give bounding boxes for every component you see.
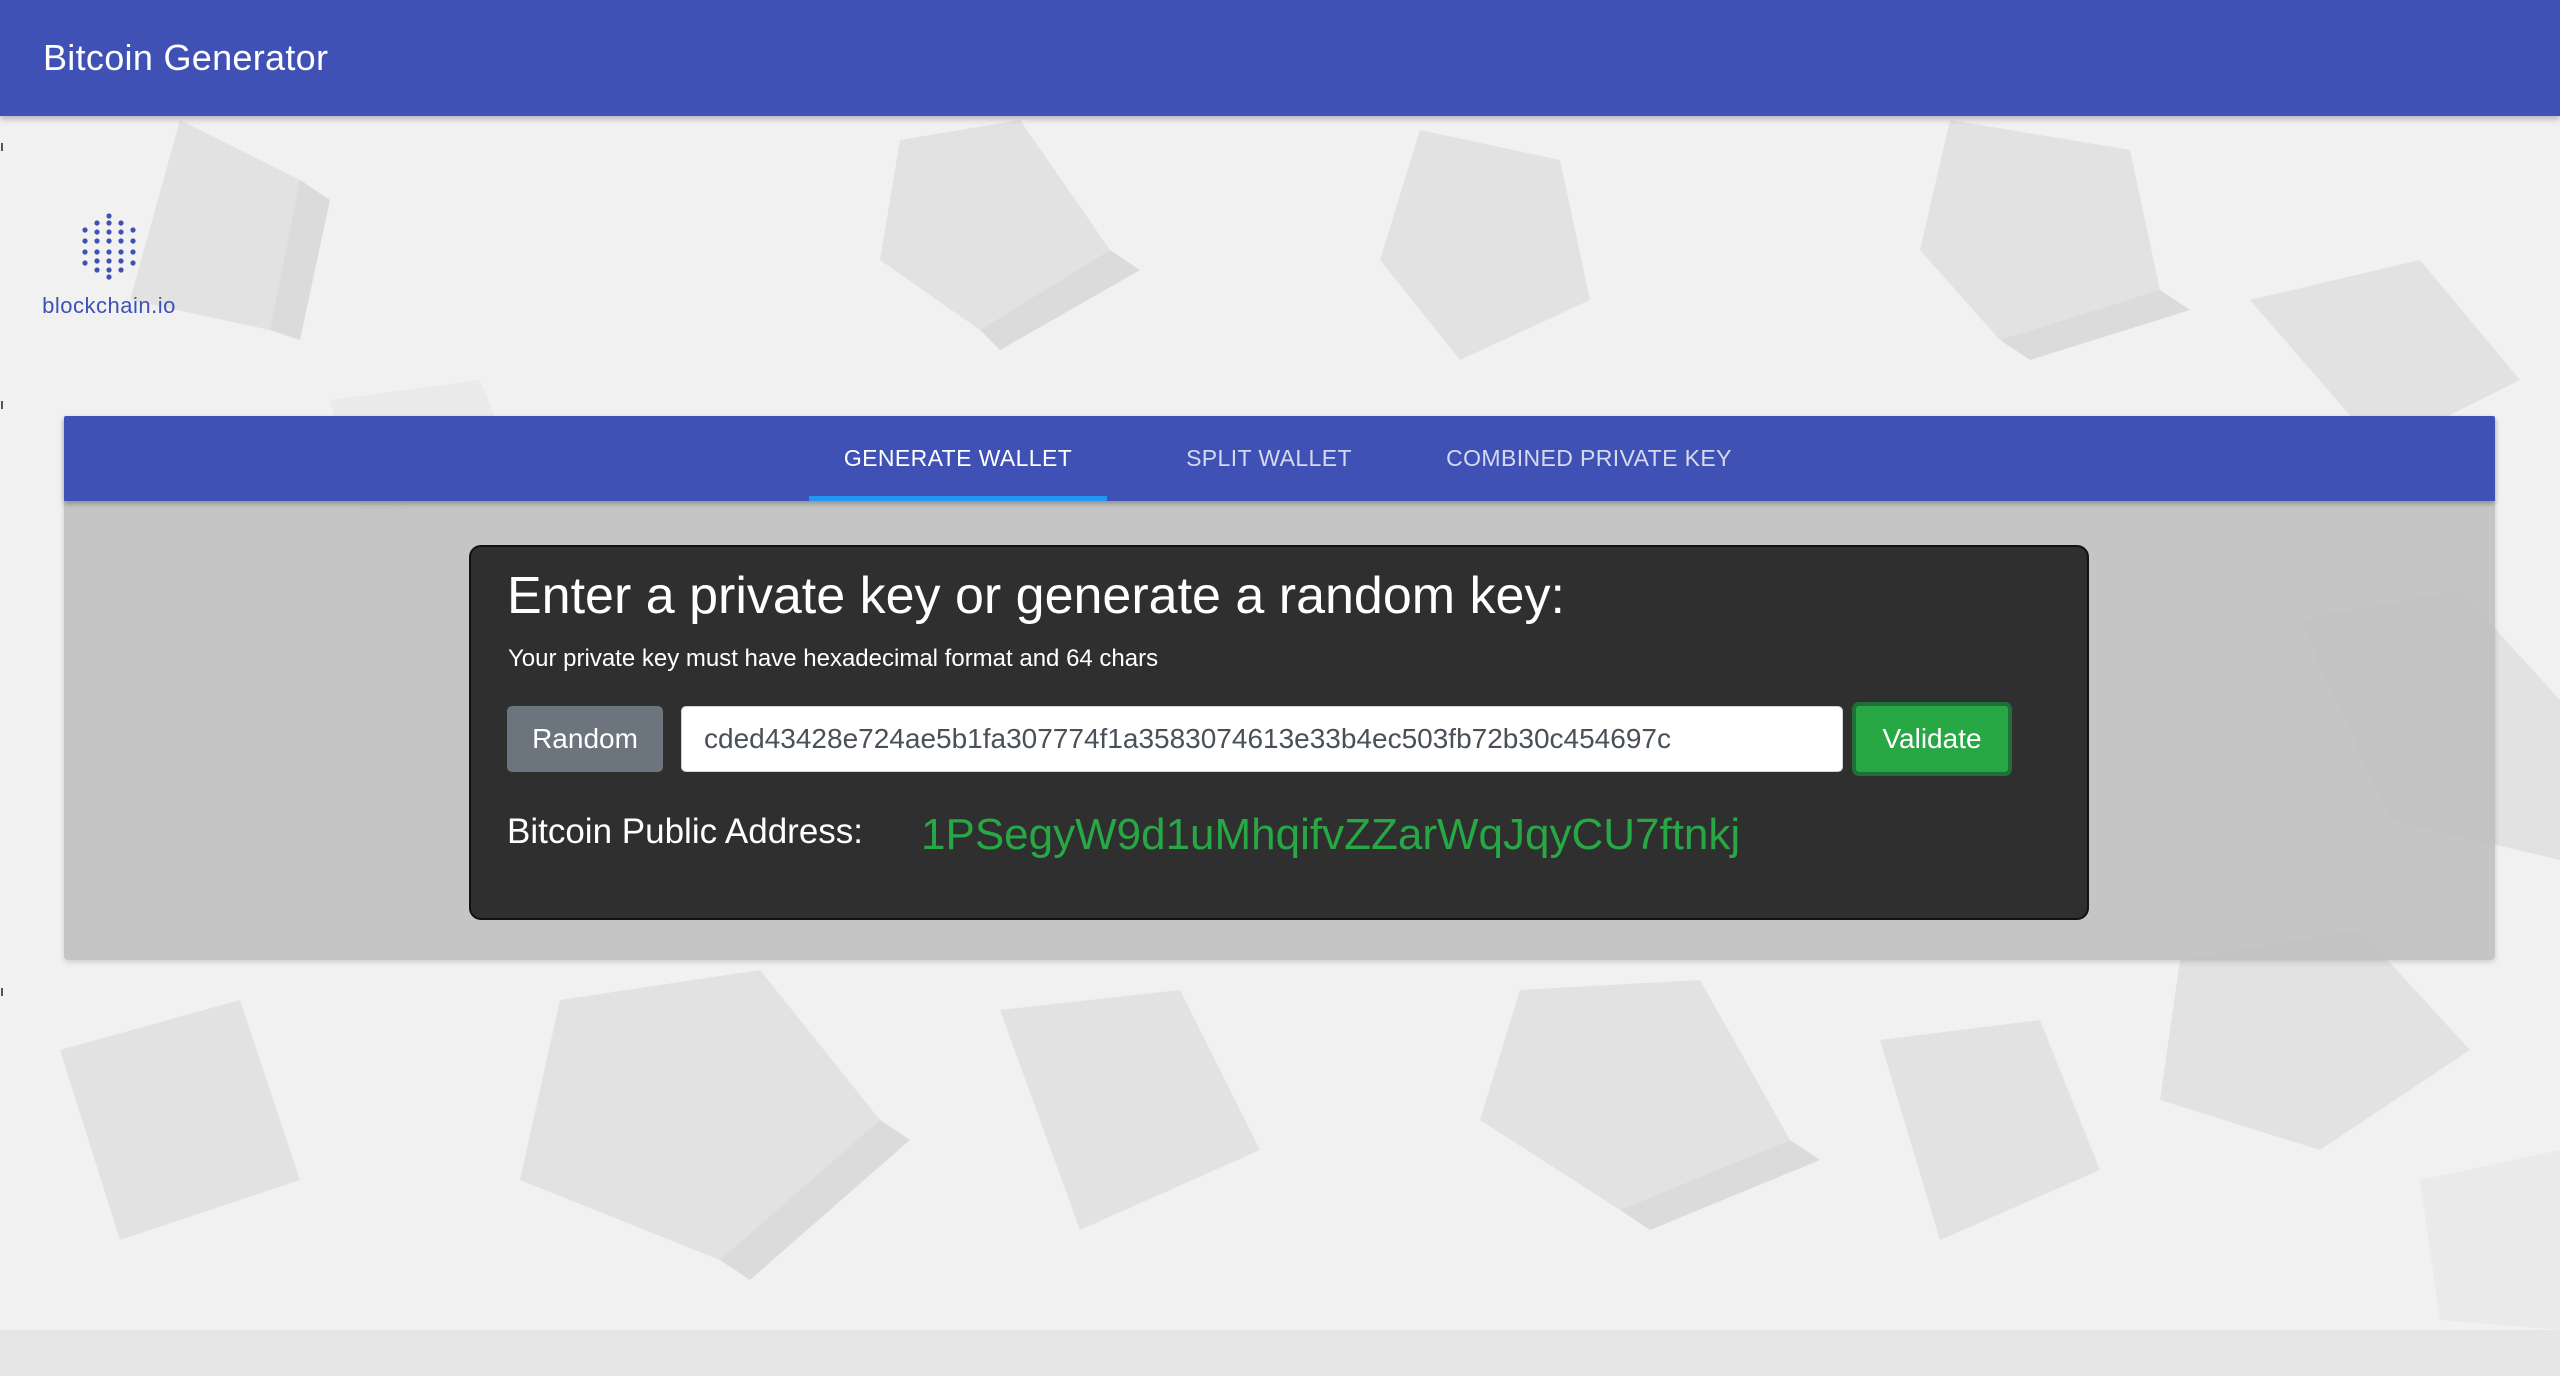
public-address-label: Bitcoin Public Address: bbox=[507, 812, 864, 851]
app-bar: Bitcoin Generator bbox=[0, 0, 2560, 116]
random-button[interactable]: Random bbox=[507, 706, 663, 772]
edge-tick bbox=[1, 401, 3, 409]
private-key-hint: Your private key must have hexadecimal f… bbox=[508, 645, 1159, 672]
panel-heading: Enter a private key or generate a random… bbox=[507, 567, 1565, 625]
blockchain-dots-logo-icon bbox=[82, 213, 136, 280]
private-key-input[interactable] bbox=[681, 706, 1843, 772]
validate-button[interactable]: Validate bbox=[1852, 702, 2012, 776]
public-address-value: 1PSegyW9d1uMhqifvZZarWqJqyCU7ftnkj bbox=[921, 810, 1741, 859]
tab-generate-wallet[interactable]: GENERATE WALLET bbox=[809, 416, 1107, 501]
edge-tick bbox=[1, 143, 3, 151]
wallet-card: GENERATE WALLET SPLIT WALLET COMBINED PR… bbox=[64, 416, 2495, 960]
footer-strip bbox=[0, 1330, 2560, 1376]
tab-bar: GENERATE WALLET SPLIT WALLET COMBINED PR… bbox=[64, 416, 2495, 501]
generator-panel: Enter a private key or generate a random… bbox=[469, 545, 2089, 920]
app-title: Bitcoin Generator bbox=[43, 37, 329, 78]
blockchain-logo[interactable]: blockchain.io bbox=[38, 210, 180, 325]
tab-combined-private-key[interactable]: COMBINED PRIVATE KEY bbox=[1414, 416, 1764, 501]
logo-text: blockchain.io bbox=[42, 293, 176, 318]
active-tab-indicator bbox=[809, 496, 1107, 501]
edge-tick bbox=[1, 988, 3, 996]
tab-split-wallet[interactable]: SPLIT WALLET bbox=[1154, 416, 1384, 501]
